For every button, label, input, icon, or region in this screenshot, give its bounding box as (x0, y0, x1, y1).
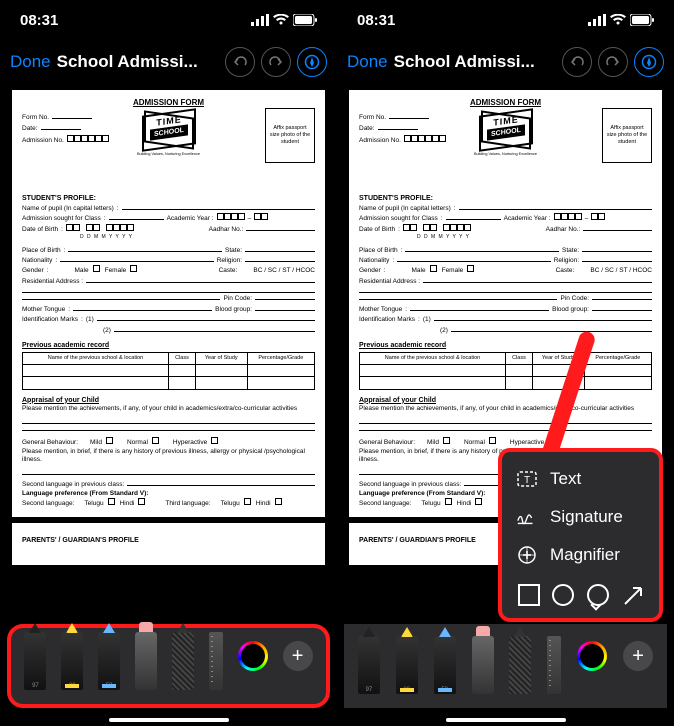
done-button[interactable]: Done (347, 52, 388, 72)
pen-tool[interactable]: 97 (358, 636, 380, 694)
student-profile-heading: STUDENT'S PROFILE: (22, 194, 315, 203)
wifi-icon (610, 14, 626, 26)
eraser-tool[interactable] (135, 632, 157, 690)
shape-arrow[interactable] (621, 584, 643, 606)
pen-tool[interactable]: 97 (24, 632, 46, 690)
pencil-tool[interactable]: 50 (98, 632, 120, 690)
status-time: 08:31 (20, 12, 58, 29)
document-title: School Admissi... (394, 52, 556, 72)
color-picker[interactable] (577, 641, 607, 671)
undo-button[interactable] (562, 47, 592, 77)
redo-button[interactable] (598, 47, 628, 77)
wifi-icon (273, 14, 289, 26)
phone-left: 08:31 Done School Admissi... ADMISSION F… (0, 0, 337, 726)
battery-icon (293, 14, 317, 26)
popup-text-option[interactable]: T Text (502, 460, 659, 498)
shape-circle[interactable] (552, 584, 574, 606)
app-header: Done School Admissi... (0, 40, 337, 84)
color-picker[interactable] (238, 641, 268, 671)
markup-button[interactable] (634, 47, 664, 77)
home-indicator[interactable] (446, 718, 566, 722)
add-button[interactable]: + (283, 641, 313, 671)
school-logo: TIMESCHOOL Building Values, Nurturing Ex… (134, 112, 204, 157)
eraser-tool[interactable] (472, 636, 494, 694)
popup-magnifier-label: Magnifier (550, 545, 620, 565)
app-header: Done School Admissi... (337, 40, 674, 84)
popup-signature-option[interactable]: Signature (502, 498, 659, 536)
prev-record-heading: Previous academic record (22, 341, 315, 350)
popup-shapes-row (502, 574, 659, 610)
add-popup: T Text Signature Magnifier (498, 448, 663, 622)
text-icon: T (516, 468, 538, 490)
popup-magnifier-option[interactable]: Magnifier (502, 536, 659, 574)
status-bar: 08:31 (0, 0, 337, 40)
status-bar: 08:31 (337, 0, 674, 40)
popup-signature-label: Signature (550, 507, 623, 527)
redo-button[interactable] (261, 47, 291, 77)
shape-speech-bubble[interactable] (587, 584, 609, 606)
prev-record-table: Name of the previous school & locationCl… (22, 352, 315, 389)
markup-button[interactable] (297, 47, 327, 77)
battery-icon (630, 14, 654, 26)
svg-text:T: T (524, 475, 530, 486)
shape-square[interactable] (518, 584, 540, 606)
ruler-tool[interactable] (547, 636, 561, 694)
highlighter-tool[interactable]: 80 (61, 632, 83, 690)
phone-right: 08:31 Done School Admissi... ADMISSION F… (337, 0, 674, 726)
markup-toolbar: 97 80 50 + (344, 624, 667, 708)
lasso-tool[interactable] (509, 636, 531, 694)
document-title: School Admissi... (57, 52, 219, 72)
form-page-1: ADMISSION FORM Affix passport size photo… (12, 90, 325, 517)
undo-button[interactable] (225, 47, 255, 77)
signal-icon (251, 14, 269, 26)
status-indicators (251, 14, 317, 26)
done-button[interactable]: Done (10, 52, 51, 72)
signature-icon (516, 506, 538, 528)
lasso-tool[interactable] (172, 632, 194, 690)
pencil-tool[interactable]: 50 (434, 636, 456, 694)
appraisal-heading: Appraisal of your Child (22, 396, 315, 405)
form-heading: ADMISSION FORM (22, 98, 315, 108)
add-button[interactable]: + (623, 641, 653, 671)
magnifier-icon (516, 544, 538, 566)
photo-box: Affix passport size photo of the student (265, 108, 315, 163)
status-time: 08:31 (357, 12, 395, 29)
status-indicators (588, 14, 654, 26)
form-page-2-peek: PARENTS' / GUARDIAN'S PROFILE (12, 523, 325, 565)
highlighter-tool[interactable]: 80 (396, 636, 418, 694)
popup-text-label: Text (550, 469, 581, 489)
signal-icon (588, 14, 606, 26)
ruler-tool[interactable] (209, 632, 223, 690)
home-indicator[interactable] (109, 718, 229, 722)
markup-toolbar: 97 80 50 + (7, 624, 330, 708)
